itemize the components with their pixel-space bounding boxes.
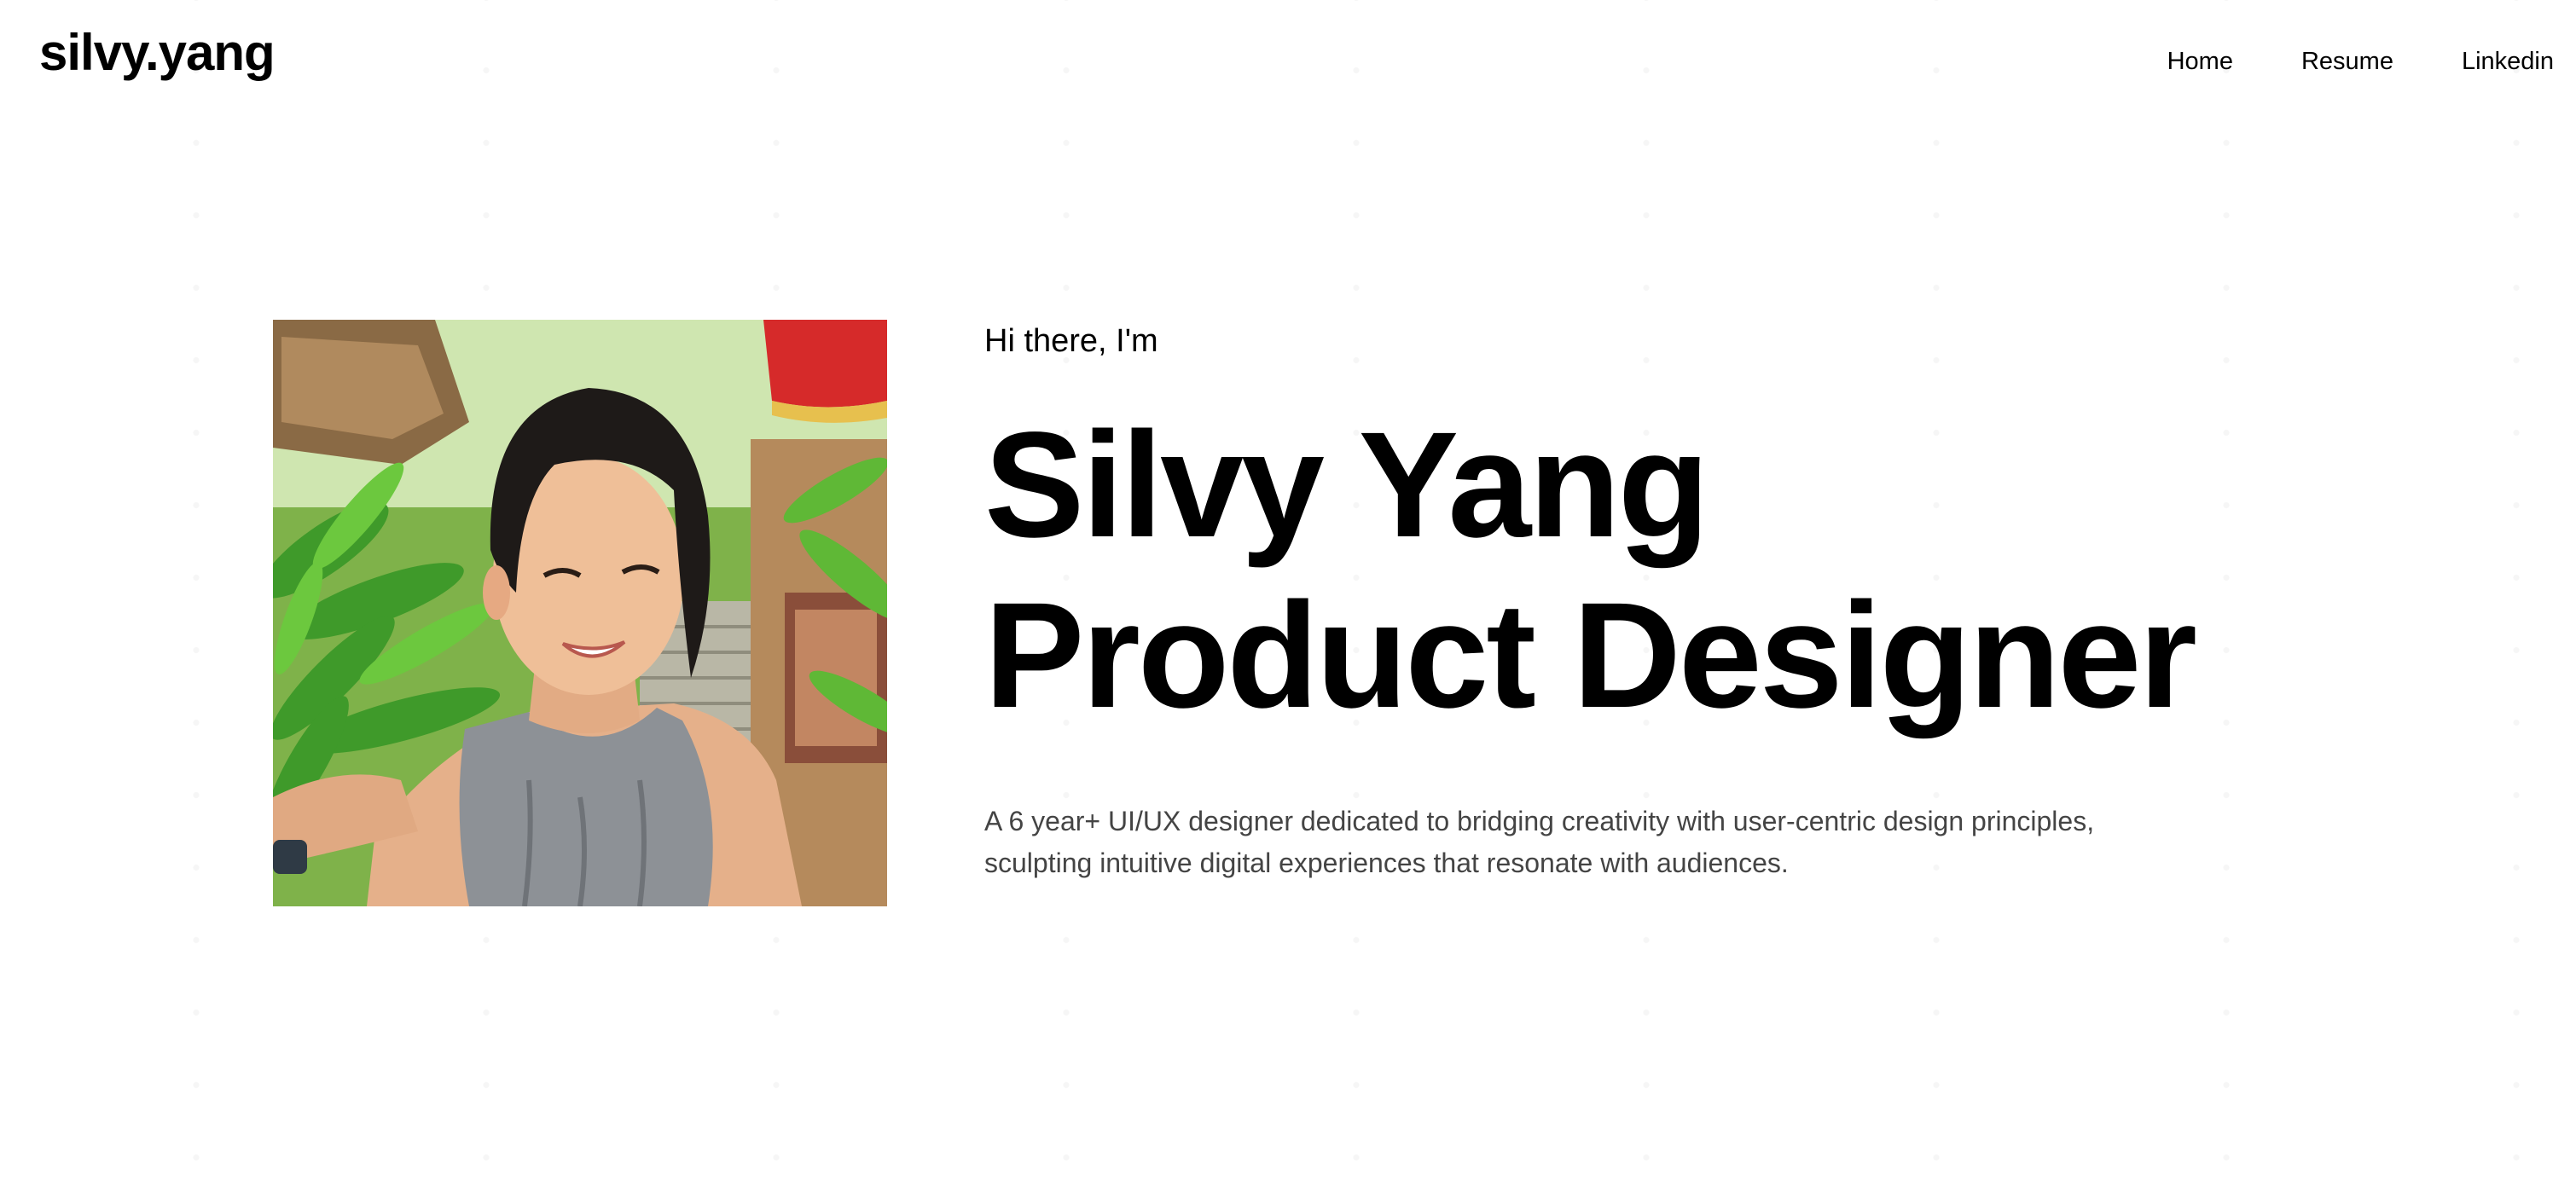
nav-link-linkedin[interactable]: Linkedin — [2462, 41, 2554, 82]
main-nav: Home Resume Linkedin — [2167, 41, 2554, 82]
hero-bio: A 6 year+ UI/UX designer dedicated to br… — [984, 806, 2095, 878]
hero-section: Hi there, I'm Silvy Yang Product Designe… — [273, 320, 2320, 917]
hero-name: Silvy Yang — [984, 402, 1709, 569]
profile-photo — [273, 320, 887, 906]
top-navigation-bar: silvy.yang Home Resume Linkedin — [0, 0, 2576, 119]
hero-headline: Silvy Yang Product Designer — [984, 400, 2315, 741]
site-logo[interactable]: silvy.yang — [39, 19, 276, 87]
greeting-text: Hi there, I'm — [984, 323, 1158, 359]
hero-job-title: Product Designer — [984, 572, 2197, 739]
nav-link-resume[interactable]: Resume — [2301, 41, 2393, 82]
hero-text-block: Hi there, I'm Silvy Yang Product Designe… — [984, 320, 2315, 884]
nav-link-home[interactable]: Home — [2167, 41, 2233, 82]
